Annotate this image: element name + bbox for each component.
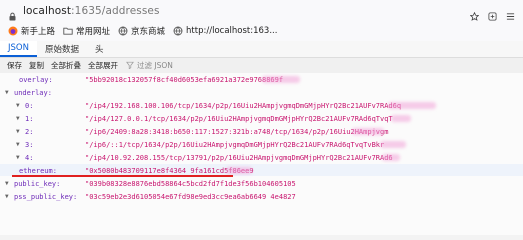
tree-row-overlay[interactable]: overlay: xyxy=(10,73,53,86)
expand-arrow-icon: ▼ xyxy=(16,154,20,161)
tree-row-underlay-3[interactable]: ▼ 3: xyxy=(16,138,33,151)
bookmark-label: 常用网址 xyxy=(76,27,111,37)
red-underline-annotation xyxy=(12,175,233,177)
json-value-underlay-1: "/ip4/127.0.0.1/tcp/1634/p2p/16Uiu2HAmpj… xyxy=(85,115,393,123)
globe-icon xyxy=(173,26,183,36)
redacted-blur xyxy=(262,76,300,83)
json-index: 1: xyxy=(25,114,34,123)
tab-raw-data[interactable]: 原始数据 xyxy=(37,41,87,57)
bookmark-star-icon[interactable] xyxy=(469,6,480,21)
collapse-all-button[interactable]: 全部折叠 xyxy=(51,60,81,71)
tree-row-underlay-4[interactable]: ▼ 4: xyxy=(16,151,33,164)
expand-arrow-icon: ▼ xyxy=(5,193,9,200)
json-key-pss-public-key: pss_public_key: xyxy=(14,192,78,201)
json-key-ethereum: ethereum: xyxy=(19,166,57,175)
redacted-blur xyxy=(391,115,411,122)
tree-row-pss-public-key[interactable]: ▼ pss_public_key: xyxy=(5,190,77,203)
tab-headers[interactable]: 头 xyxy=(87,41,112,57)
json-toolbar: 保存 复制 全部折叠 全部展开 过滤 JSON xyxy=(0,57,523,74)
tree-row-underlay-2[interactable]: ▼ 2: xyxy=(16,125,33,138)
bookmark-label: http://localhost:163... xyxy=(186,26,278,36)
redacted-blur xyxy=(380,141,406,148)
filter-icon xyxy=(126,61,134,71)
page-info-icon[interactable] xyxy=(8,6,17,21)
expand-all-button[interactable]: 全部展开 xyxy=(88,60,118,71)
extensions-icon[interactable] xyxy=(488,6,497,21)
redacted-blur xyxy=(226,167,252,174)
json-tree: overlay: "5bb92018c132057f8cf40d6053efa6… xyxy=(0,73,523,235)
filter-json-input[interactable]: 过滤 JSON xyxy=(126,60,173,71)
json-index: 4: xyxy=(25,153,34,162)
globe-icon xyxy=(118,26,128,36)
url-host: localhost xyxy=(23,4,72,17)
json-index: 2: xyxy=(25,127,34,136)
bookmark-newbie[interactable]: 新手上路 xyxy=(8,25,55,37)
bookmark-common-sites[interactable]: 常用网址 xyxy=(63,25,110,37)
bookmark-label: 京东商城 xyxy=(131,27,166,37)
json-key-overlay: overlay: xyxy=(19,75,53,84)
redacted-blur xyxy=(352,128,384,135)
tab-json[interactable]: JSON xyxy=(0,41,37,57)
expand-arrow-icon: ▼ xyxy=(16,128,20,135)
json-viewer-tabs: JSON 原始数据 头 xyxy=(0,41,523,57)
bookmarks-bar: 新手上路 常用网址 京东商城 http://localhost:163... xyxy=(0,21,523,42)
json-value-underlay-3: "/ip6/::1/tcp/1634/p2p/16Uiu2HAmpjvgmqDm… xyxy=(85,141,385,149)
url-text[interactable]: localhost:1635/addresses xyxy=(23,5,160,17)
address-bar[interactable]: localhost:1635/addresses xyxy=(0,0,523,22)
expand-arrow-icon: ▼ xyxy=(16,102,20,109)
url-path: :1635/addresses xyxy=(71,4,160,17)
json-value-public-key: "039b08328e8876ebd58864c5bcd2fd7f1de3f56… xyxy=(85,180,296,188)
bookmark-jd[interactable]: 京东商城 xyxy=(118,25,165,37)
json-value-pss-public-key: "03c59eb2e3d6105054e67fd98e9ed3cc9ea6ab6… xyxy=(85,193,296,201)
tree-row-underlay[interactable]: ▼ underlay: xyxy=(5,86,52,99)
json-index: 0: xyxy=(25,101,34,110)
firefox-icon xyxy=(8,26,18,36)
expand-arrow-icon: ▼ xyxy=(16,115,20,122)
bookmark-label: 新手上路 xyxy=(21,27,56,37)
json-key-underlay: underlay: xyxy=(14,88,52,97)
folder-icon xyxy=(63,26,73,36)
json-value-underlay-4: "/ip4/10.92.208.155/tcp/13791/p2p/16Uiu2… xyxy=(85,154,393,162)
json-value-underlay-2: "/ip6/2409:8a28:3418:b650:117:1527:321b:… xyxy=(85,128,389,136)
redacted-blur xyxy=(382,154,400,161)
copy-button[interactable]: 复制 xyxy=(29,60,44,71)
tree-row-underlay-1[interactable]: ▼ 1: xyxy=(16,112,33,125)
tree-row-public-key[interactable]: ▼ public_key: xyxy=(5,177,60,190)
redacted-blur xyxy=(388,102,436,109)
filter-placeholder: 过滤 JSON xyxy=(137,61,173,70)
expand-arrow-icon: ▼ xyxy=(5,89,9,96)
json-key-public-key: public_key: xyxy=(14,179,61,188)
expand-arrow-icon: ▼ xyxy=(5,180,9,187)
json-value-overlay: "5bb92018c132057f8cf40d6053efa6921a372e9… xyxy=(85,76,284,84)
menu-icon[interactable] xyxy=(506,6,515,20)
tree-row-underlay-0[interactable]: ▼ 0: xyxy=(16,99,33,112)
bookmark-localhost[interactable]: http://localhost:163... xyxy=(173,26,277,36)
json-index: 3: xyxy=(25,140,34,149)
expand-arrow-icon: ▼ xyxy=(16,141,20,148)
save-button[interactable]: 保存 xyxy=(7,60,22,71)
json-value-underlay-0: "/ip4/192.168.100.106/tcp/1634/p2p/16Uiu… xyxy=(85,102,402,110)
